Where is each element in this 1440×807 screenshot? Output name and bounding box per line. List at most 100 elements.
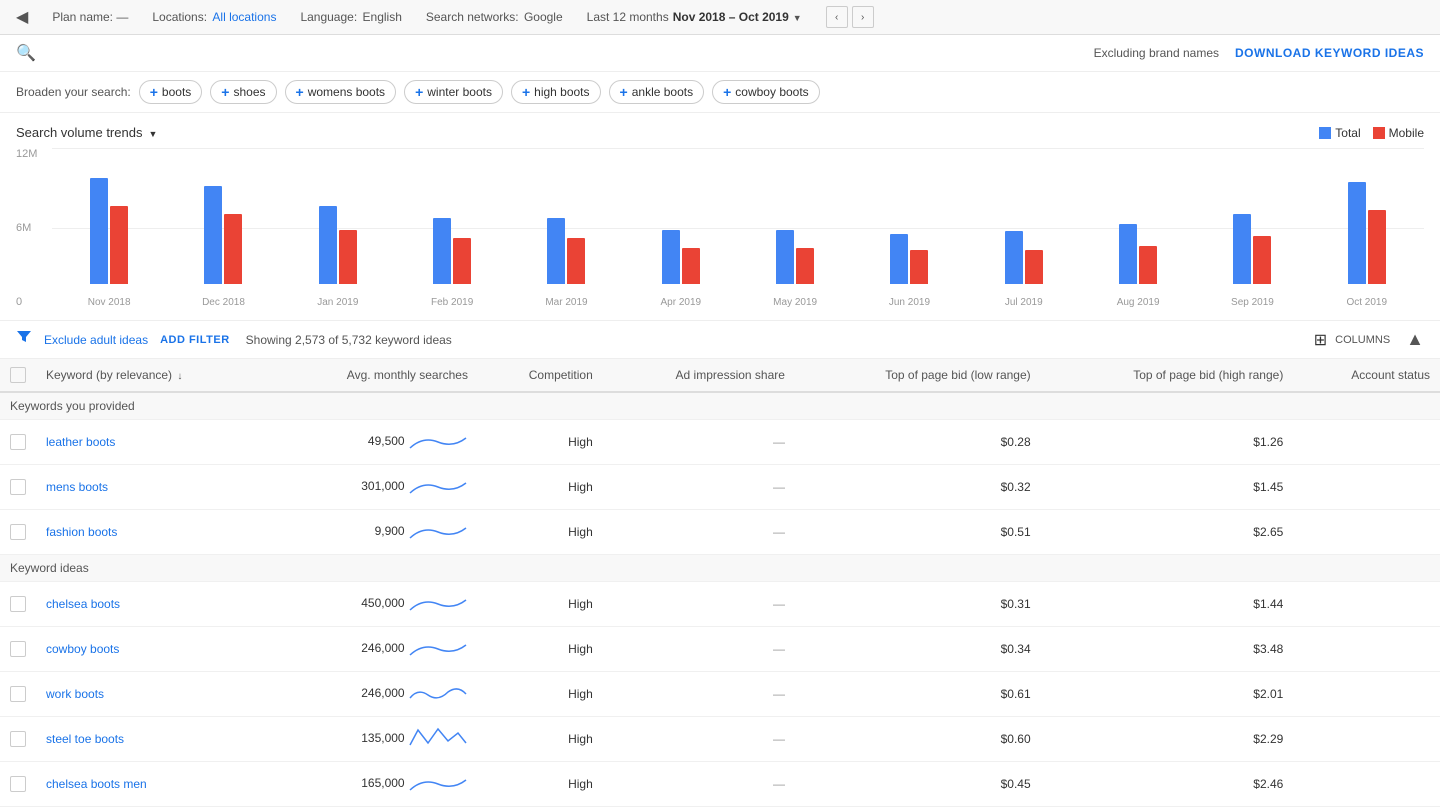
chart-legend: Total Mobile [1319,126,1424,140]
bid-high-cell: $1.45 [1041,465,1294,510]
bid-low-cell: $0.28 [795,420,1041,465]
legend-total-color [1319,127,1331,139]
avg-monthly-value: 135,000 [361,731,404,745]
row-checkbox[interactable] [10,776,26,792]
collapse-button[interactable]: ▲ [1406,329,1424,350]
bar-group [281,206,395,284]
competition-cell: High [478,762,603,807]
header-checkbox-cell[interactable] [0,359,36,392]
keyword-link[interactable]: work boots [46,687,104,701]
exclude-adult-ideas-link[interactable]: Exclude adult ideas [44,333,148,347]
broaden-tag-boots[interactable]: + boots [139,80,203,104]
bar-blue [90,178,108,284]
ad-impression-cell: — [603,627,795,672]
account-status-cell [1293,672,1440,717]
bid-high-cell: $1.44 [1041,582,1294,627]
y-label-0: 0 [16,296,52,308]
legend-total: Total [1319,126,1360,140]
broaden-tag-cowboy-boots[interactable]: + cowboy boots [712,80,820,104]
search-networks-label: Search networks: Google [426,10,563,24]
legend-mobile-color [1373,127,1385,139]
header-avg-monthly: Avg. monthly searches [268,359,478,392]
bar-blue [1119,224,1137,284]
y-label-6m: 6M [16,222,52,234]
bar-blue [1233,214,1251,284]
account-status-cell [1293,717,1440,762]
header-ad-impression: Ad impression share [603,359,795,392]
bar-blue [662,230,680,284]
x-label: Sep 2019 [1195,297,1309,308]
chevron-down-icon[interactable] [148,125,157,140]
broaden-tag-high-boots[interactable]: + high boots [511,80,601,104]
keyword-link[interactable]: leather boots [46,435,115,449]
competition-cell: High [478,465,603,510]
broaden-tag-shoes[interactable]: + shoes [210,80,276,104]
broaden-tag-winter-boots[interactable]: + winter boots [404,80,503,104]
bar-group [1310,182,1424,284]
filter-bar: Exclude adult ideas ADD FILTER Showing 2… [0,321,1440,359]
search-bar: 🔍 leather boots, mens boots, fashionable… [0,35,1440,72]
back-button[interactable]: ◀ [16,7,28,27]
ad-impression-cell: — [603,672,795,717]
table-row: mens boots301,000 High—$0.32$1.45 [0,465,1440,510]
bar-red [1025,250,1043,284]
next-date-button[interactable]: › [852,6,874,28]
select-all-checkbox[interactable] [10,367,26,383]
table-body: Keywords you providedleather boots49,500… [0,392,1440,807]
keyword-link[interactable]: steel toe boots [46,732,124,746]
bar-group [738,230,852,284]
keyword-link[interactable]: mens boots [46,480,108,494]
locations-value[interactable]: All locations [212,10,276,24]
table-row: work boots246,000 High—$0.61$2.01 [0,672,1440,717]
language-label: Language: English [300,10,401,24]
competition-cell: High [478,717,603,762]
row-checkbox[interactable] [10,524,26,540]
chart-container: 12M 6M 0 Nov 2018Dec 2018Jan 2019Feb 201… [16,148,1424,308]
legend-total-label: Total [1335,126,1360,140]
keyword-link[interactable]: cowboy boots [46,642,119,656]
bars-area [52,148,1424,284]
row-checkbox[interactable] [10,686,26,702]
broaden-tag-ankle-boots[interactable]: + ankle boots [609,80,705,104]
header-keyword[interactable]: Keyword (by relevance) ↓ [36,359,268,392]
keywords-table-wrap: Keyword (by relevance) ↓ Avg. monthly se… [0,359,1440,807]
bar-blue [433,218,451,284]
bid-low-cell: $0.32 [795,465,1041,510]
row-checkbox[interactable] [10,641,26,657]
showing-text: Showing 2,573 of 5,732 keyword ideas [246,333,452,347]
header-account-status: Account status [1293,359,1440,392]
prev-date-button[interactable]: ‹ [826,6,848,28]
row-checkbox[interactable] [10,731,26,747]
bar-red [910,250,928,284]
broaden-tag-womens-boots[interactable]: + womens boots [285,80,397,104]
bar-red [1253,236,1271,284]
bar-red [567,238,585,284]
x-label: Nov 2018 [52,297,166,308]
ad-impression-cell: — [603,582,795,627]
add-filter-button[interactable]: ADD FILTER [160,334,230,346]
broaden-label: Broaden your search: [16,85,131,99]
bar-group [509,218,623,284]
row-checkbox[interactable] [10,479,26,495]
bid-high-cell: $3.48 [1041,627,1294,672]
x-label: Jul 2019 [967,297,1081,308]
top-bar: ◀ Plan name: — Locations: All locations … [0,0,1440,35]
bar-group [1081,224,1195,284]
columns-icon[interactable]: ⊞ [1314,330,1327,350]
keyword-link[interactable]: fashion boots [46,525,117,539]
x-label: Aug 2019 [1081,297,1195,308]
bar-red [110,206,128,284]
filter-icon [16,329,32,350]
row-checkbox[interactable] [10,596,26,612]
keyword-link[interactable]: chelsea boots men [46,777,147,791]
date-range[interactable]: Last 12 months Nov 2018 – Oct 2019 [587,10,802,24]
keyword-link[interactable]: chelsea boots [46,597,120,611]
bar-blue [204,186,222,284]
y-label-12m: 12M [16,148,52,160]
search-input[interactable]: leather boots, mens boots, fashionable b… [44,46,1094,61]
download-keyword-ideas-link[interactable]: DOWNLOAD KEYWORD IDEAS [1235,46,1424,60]
bid-high-cell: $2.01 [1041,672,1294,717]
row-checkbox[interactable] [10,434,26,450]
bid-low-cell: $0.34 [795,627,1041,672]
table-row: steel toe boots135,000 High—$0.60$2.29 [0,717,1440,762]
